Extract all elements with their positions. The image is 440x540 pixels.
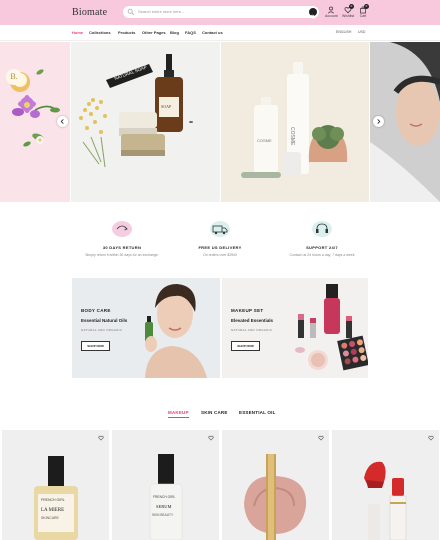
account-button[interactable]: Account	[325, 6, 338, 19]
banner-shop-now-button[interactable]: SHOP NOW	[231, 341, 260, 351]
slider-next-button[interactable]	[373, 116, 384, 127]
soap-product-image: NATURAL SOAP SOAP	[79, 54, 193, 168]
wishlist-heart-icon[interactable]	[208, 435, 214, 441]
language-select[interactable]: ENGLISH	[336, 30, 351, 34]
feature-title: SUPPORT 24/7	[306, 245, 338, 250]
wishlist-button[interactable]: 0 Wishlist	[342, 4, 355, 19]
bottle-label: SOAP	[161, 104, 172, 109]
nav-item-faqs[interactable]: FAQS	[185, 30, 196, 35]
product-card[interactable]: FRENCH GIRL LA MIERE SKINCARE	[2, 430, 109, 540]
tab-skin-care[interactable]: SKIN CARE	[201, 410, 228, 415]
cart-count: 0	[364, 4, 369, 9]
chevron-right-icon	[377, 119, 381, 124]
returns-icon	[111, 218, 133, 240]
cart-label: Cart	[359, 14, 367, 18]
delivery-truck-icon	[209, 218, 231, 240]
active-tab-indicator	[168, 417, 189, 418]
feature-support: SUPPORT 24/7 Contact us 24 hours a day, …	[262, 218, 382, 257]
currency-select[interactable]: USD	[358, 30, 365, 34]
user-icon	[327, 6, 335, 14]
tab-makeup[interactable]: MAKEUP	[168, 410, 189, 415]
wishlist-heart-icon[interactable]	[428, 435, 434, 441]
hero-slide-cosme: COSME COSME	[221, 42, 369, 202]
banner-title: Elevated Essentials	[231, 318, 274, 323]
product-label-name: LA MIERE	[41, 508, 64, 513]
lip-gloss-swatch-image	[244, 454, 307, 540]
nav-item-other-pages[interactable]: Other Pages	[142, 30, 166, 35]
lipstick-image	[364, 461, 407, 540]
tab-essential-oil[interactable]: ESSENTIAL OIL	[239, 410, 276, 415]
search-bar[interactable]: Search entire store here...	[123, 6, 319, 20]
makeup-set-image	[295, 284, 368, 371]
wishlist-label: Wishlist	[342, 14, 355, 18]
banner-body-care[interactable]: BODY CARE Essential Natural Oils NATURAL…	[72, 278, 220, 378]
banner-pretitle: BODY CARE	[81, 308, 111, 313]
wishlist-heart-icon[interactable]	[98, 435, 104, 441]
slider-prev-button[interactable]	[57, 116, 68, 127]
support-headset-icon	[311, 218, 333, 240]
bottle-brand-label: COSME	[257, 138, 272, 143]
top-header: Biomate Search entire store here... Acco…	[0, 0, 440, 25]
serum-bottle-image: FRENCH GIRL SERUM SKIN BEAUTY	[149, 454, 183, 540]
product-card[interactable]	[332, 430, 439, 540]
main-nav: Home Collections Products Other Pages Bl…	[0, 25, 440, 41]
search-input[interactable]: Search entire store here...	[138, 8, 184, 16]
nav-item-products[interactable]: Products	[118, 30, 135, 35]
nav-item-home[interactable]: Home	[72, 30, 83, 35]
nav-item-blog[interactable]: Blog	[170, 30, 179, 35]
feature-subtitle: Contact us 24 hours a day, 7 days a week	[289, 253, 355, 257]
product-label-brand: FRENCH GIRL	[41, 498, 65, 502]
banner-subtitle: NATURAL AND ORGANIC	[81, 328, 123, 332]
product-card[interactable]	[222, 430, 329, 540]
product-label-sub: SKIN BEAUTY	[152, 513, 174, 517]
search-icon	[127, 8, 135, 16]
product-label-name: SERUM	[156, 504, 172, 509]
banner-makeup-set[interactable]: MAKEUP SET Elevated Essentials NATURAL A…	[222, 278, 368, 378]
nav-item-collections[interactable]: Collections	[89, 30, 111, 35]
search-icon	[310, 14, 316, 20]
product-label-brand: FRENCH GIRL	[153, 495, 176, 499]
nav-item-contact[interactable]: Contact us	[202, 30, 223, 35]
hero-slide-soap: NATURAL SOAP SOAP	[71, 42, 220, 202]
perfume-bottle-image: FRENCH GIRL LA MIERE SKINCARE	[34, 456, 78, 540]
wishlist-heart-icon[interactable]	[318, 435, 324, 441]
brand-badge: B.	[6, 69, 22, 85]
banner-subtitle: NATURAL AND ORGANIC	[231, 328, 273, 332]
product-card[interactable]: FRENCH GIRL SERUM SKIN BEAUTY	[112, 430, 219, 540]
banner-shop-now-button[interactable]: SHOP NOW	[81, 341, 110, 351]
tube-brand-label: COSME	[289, 127, 295, 146]
product-label-sub: SKINCARE	[41, 516, 60, 520]
banner-pretitle: MAKEUP SET	[231, 308, 264, 313]
cosme-product-image: COSME COSME	[241, 62, 348, 178]
chevron-left-icon	[60, 119, 64, 124]
cart-button[interactable]: 0 Cart	[357, 4, 369, 19]
account-label: Account	[325, 14, 338, 18]
banner-title: Essential Natural Oils	[81, 318, 128, 323]
model-with-oil-image	[145, 284, 207, 378]
search-button[interactable]	[309, 8, 317, 20]
wishlist-count: 0	[349, 4, 354, 9]
site-logo[interactable]: Biomate	[72, 7, 107, 18]
